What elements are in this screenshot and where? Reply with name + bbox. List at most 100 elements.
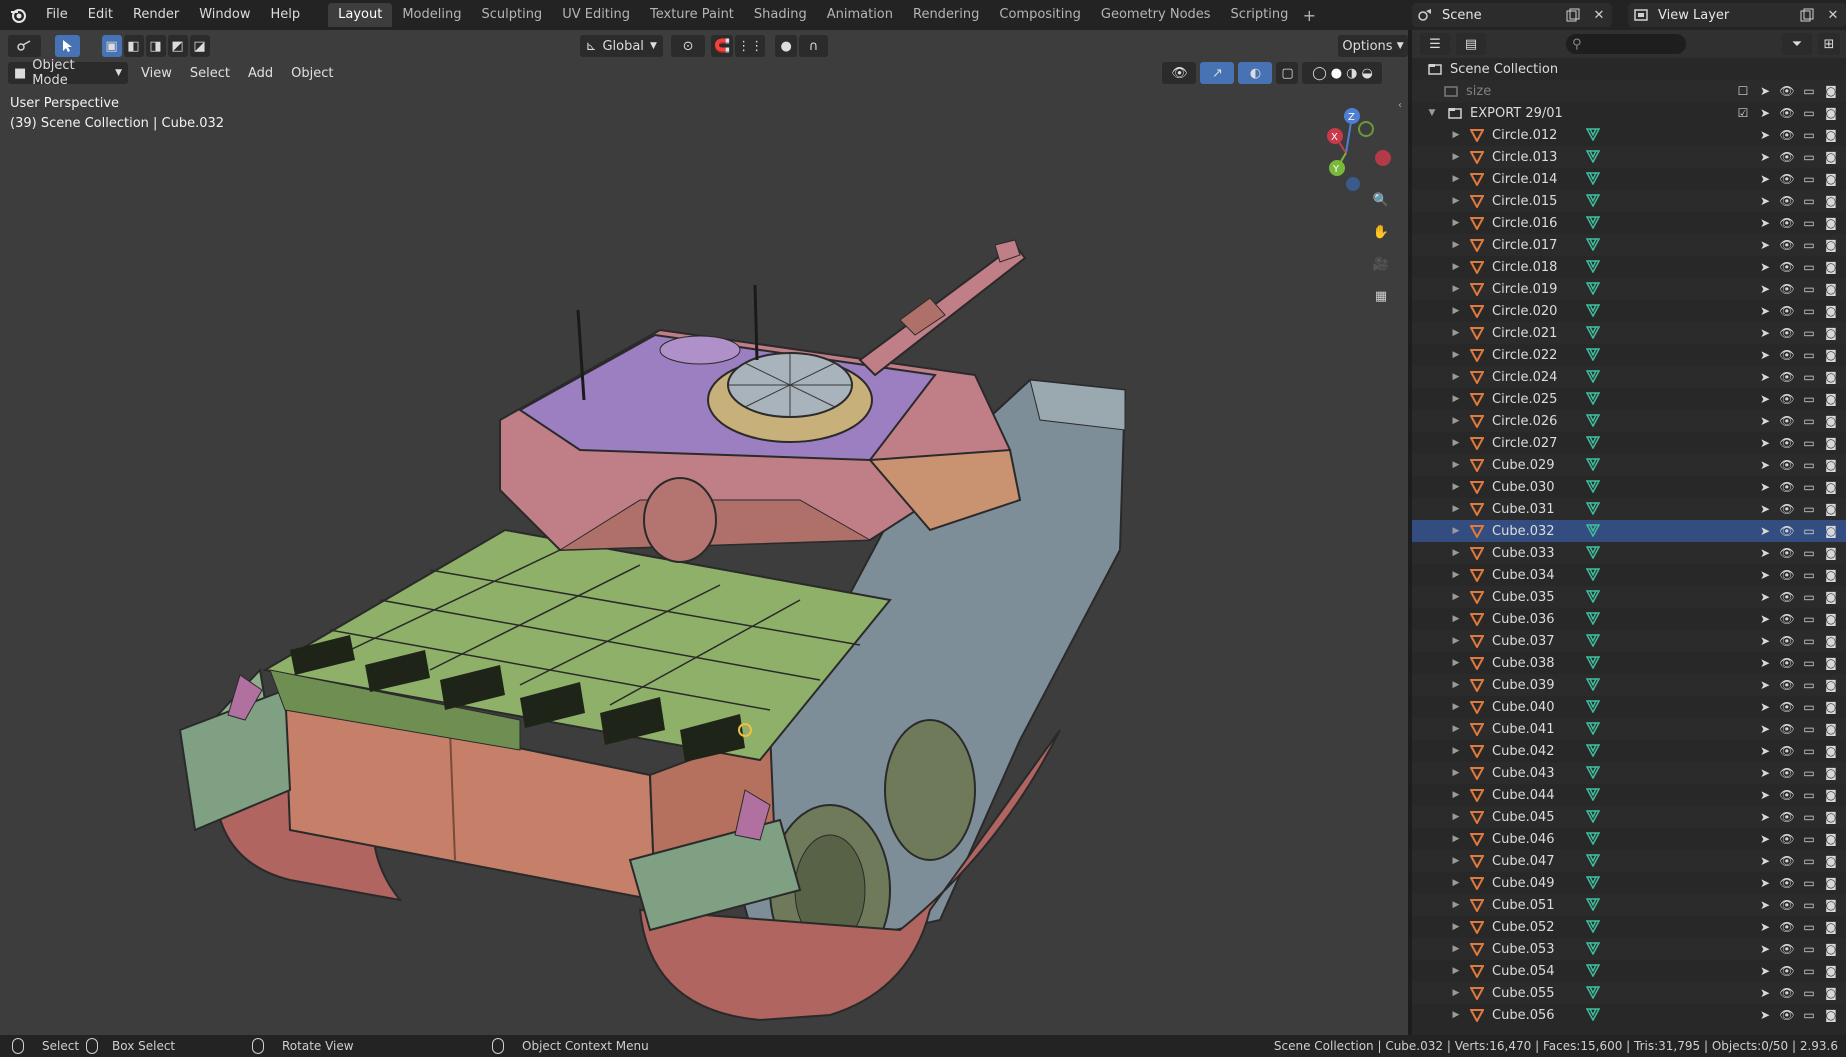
mesh-data-icon[interactable] — [1585, 875, 1602, 891]
eye-icon[interactable]: 👁 — [1778, 522, 1796, 540]
new-scene-icon[interactable] — [1560, 3, 1586, 27]
menu-file[interactable]: File — [36, 0, 78, 30]
expand-arrow-icon[interactable]: ▶ — [1450, 460, 1462, 470]
outliner-object-row[interactable]: ▶ Circle.019 ➤ 👁 ▭ ◙ — [1412, 278, 1846, 300]
selectable-icon[interactable]: ➤ — [1756, 852, 1774, 870]
mesh-data-icon[interactable] — [1585, 457, 1602, 473]
selectable-icon[interactable]: ➤ — [1756, 258, 1774, 276]
camera-icon[interactable]: ◙ — [1822, 170, 1840, 188]
transform-orientation-dropdown[interactable]: ⊾ Global ▼ — [579, 35, 663, 57]
outliner-object-row[interactable]: ▶ Cube.052 ➤ 👁 ▭ ◙ — [1412, 916, 1846, 938]
view-layer-selector[interactable]: View Layer ✕ — [1628, 3, 1846, 27]
collapse-arrow-icon[interactable]: ▼ — [1426, 108, 1438, 118]
eye-icon[interactable]: 👁 — [1778, 346, 1796, 364]
mesh-data-icon[interactable] — [1585, 699, 1602, 715]
mesh-data-icon[interactable] — [1585, 281, 1602, 297]
camera-icon[interactable]: ◙ — [1822, 874, 1840, 892]
outliner-object-row[interactable]: ▶ Cube.051 ➤ 👁 ▭ ◙ — [1412, 894, 1846, 916]
selectable-icon[interactable]: ➤ — [1756, 808, 1774, 826]
eye-icon[interactable]: 👁 — [1778, 874, 1796, 892]
expand-arrow-icon[interactable]: ▶ — [1450, 350, 1462, 360]
expand-arrow-icon[interactable]: ▶ — [1450, 394, 1462, 404]
expand-arrow-icon[interactable]: ▶ — [1450, 306, 1462, 316]
expand-arrow-icon[interactable]: ▶ — [1450, 856, 1462, 866]
selectable-icon[interactable]: ➤ — [1756, 566, 1774, 584]
wireframe-shading-icon[interactable]: ◯ — [1312, 66, 1327, 81]
selectable-icon[interactable]: ➤ — [1756, 500, 1774, 518]
new-view-layer-icon[interactable] — [1794, 3, 1820, 27]
mesh-data-icon[interactable] — [1585, 853, 1602, 869]
mesh-data-icon[interactable] — [1585, 897, 1602, 913]
outliner-editor-type-icon[interactable]: ☰ — [1420, 33, 1450, 55]
mesh-data-icon[interactable] — [1585, 479, 1602, 495]
eye-icon[interactable]: 👁 — [1778, 896, 1796, 914]
mesh-data-icon[interactable] — [1585, 721, 1602, 737]
selectable-icon[interactable]: ➤ — [1756, 522, 1774, 540]
outliner-object-row[interactable]: ▶ Cube.033 ➤ 👁 ▭ ◙ — [1412, 542, 1846, 564]
monitor-icon[interactable]: ▭ — [1800, 874, 1818, 892]
eye-icon[interactable]: 👁 — [1778, 632, 1796, 650]
tab-compositing[interactable]: Compositing — [989, 3, 1091, 27]
monitor-icon[interactable]: ▭ — [1800, 346, 1818, 364]
monitor-icon[interactable]: ▭ — [1800, 610, 1818, 628]
monitor-icon[interactable]: ▭ — [1800, 126, 1818, 144]
tab-layout[interactable]: Layout — [328, 3, 393, 27]
camera-icon[interactable]: ◙ — [1822, 346, 1840, 364]
monitor-icon[interactable]: ▭ — [1800, 148, 1818, 166]
selectable-icon[interactable]: ➤ — [1756, 940, 1774, 958]
expand-arrow-icon[interactable]: ▶ — [1450, 372, 1462, 382]
camera-icon[interactable]: ◙ — [1822, 104, 1840, 122]
outliner-object-row[interactable]: ▶ Cube.046 ➤ 👁 ▭ ◙ — [1412, 828, 1846, 850]
outliner-object-row[interactable]: ▶ Cube.045 ➤ 👁 ▭ ◙ — [1412, 806, 1846, 828]
eye-icon[interactable]: 👁 — [1778, 368, 1796, 386]
camera-icon[interactable]: ◙ — [1822, 544, 1840, 562]
expand-arrow-icon[interactable]: ▶ — [1450, 482, 1462, 492]
eye-icon[interactable]: 👁 — [1778, 192, 1796, 210]
expand-arrow-icon[interactable]: ▶ — [1450, 636, 1462, 646]
eye-icon[interactable]: 👁 — [1778, 258, 1796, 276]
camera-icon[interactable]: ◙ — [1822, 742, 1840, 760]
monitor-icon[interactable]: ▭ — [1800, 478, 1818, 496]
outliner-object-row[interactable]: ▶ Cube.041 ➤ 👁 ▭ ◙ — [1412, 718, 1846, 740]
selectable-icon[interactable]: ➤ — [1756, 676, 1774, 694]
eye-icon[interactable]: 👁 — [1778, 940, 1796, 958]
eye-icon[interactable]: 👁 — [1778, 962, 1796, 980]
eye-icon[interactable]: 👁 — [1778, 852, 1796, 870]
monitor-icon[interactable]: ▭ — [1800, 918, 1818, 936]
mesh-data-icon[interactable] — [1585, 545, 1602, 561]
camera-icon[interactable]: ◙ — [1822, 82, 1840, 100]
eye-icon[interactable]: 👁 — [1778, 500, 1796, 518]
selectable-icon[interactable]: ➤ — [1756, 544, 1774, 562]
monitor-icon[interactable]: ▭ — [1800, 1006, 1818, 1024]
solid-shading-icon[interactable]: ● — [1331, 66, 1342, 81]
camera-icon[interactable]: ◙ — [1822, 786, 1840, 804]
material-shading-icon[interactable]: ◑ — [1346, 66, 1357, 81]
size-collection-row[interactable]: size ☐ ➤ 👁 ▭ ◙ — [1412, 80, 1846, 102]
tab-sculpting[interactable]: Sculpting — [471, 3, 552, 27]
expand-arrow-icon[interactable]: ▶ — [1450, 526, 1462, 536]
mesh-data-icon[interactable] — [1585, 171, 1602, 187]
eye-icon[interactable]: 👁 — [1778, 544, 1796, 562]
tab-animation[interactable]: Animation — [817, 3, 903, 27]
selectable-icon[interactable]: ➤ — [1756, 632, 1774, 650]
outliner-object-row[interactable]: ▶ Circle.020 ➤ 👁 ▭ ◙ — [1412, 300, 1846, 322]
camera-icon[interactable]: ◙ — [1822, 632, 1840, 650]
ortho-toggle-icon[interactable]: ▦ — [1367, 282, 1395, 310]
outliner-object-row[interactable]: ▶ Cube.031 ➤ 👁 ▭ ◙ — [1412, 498, 1846, 520]
rendered-shading-icon[interactable]: ◒ — [1361, 66, 1372, 81]
monitor-icon[interactable]: ▭ — [1800, 698, 1818, 716]
selectable-icon[interactable]: ➤ — [1756, 280, 1774, 298]
mesh-data-icon[interactable] — [1585, 963, 1602, 979]
mesh-data-icon[interactable] — [1585, 633, 1602, 649]
camera-icon[interactable]: ◙ — [1822, 236, 1840, 254]
monitor-icon[interactable]: ▭ — [1800, 456, 1818, 474]
select-tool-button[interactable] — [54, 35, 80, 57]
include-checkbox-icon[interactable]: ☑ — [1734, 104, 1752, 122]
monitor-icon[interactable]: ▭ — [1800, 192, 1818, 210]
monitor-icon[interactable]: ▭ — [1800, 676, 1818, 694]
mesh-data-icon[interactable] — [1585, 259, 1602, 275]
expand-arrow-icon[interactable]: ▶ — [1450, 504, 1462, 514]
outliner-object-row[interactable]: ▶ Circle.018 ➤ 👁 ▭ ◙ — [1412, 256, 1846, 278]
monitor-icon[interactable]: ▭ — [1800, 830, 1818, 848]
outliner-object-row[interactable]: ▶ Circle.025 ➤ 👁 ▭ ◙ — [1412, 388, 1846, 410]
